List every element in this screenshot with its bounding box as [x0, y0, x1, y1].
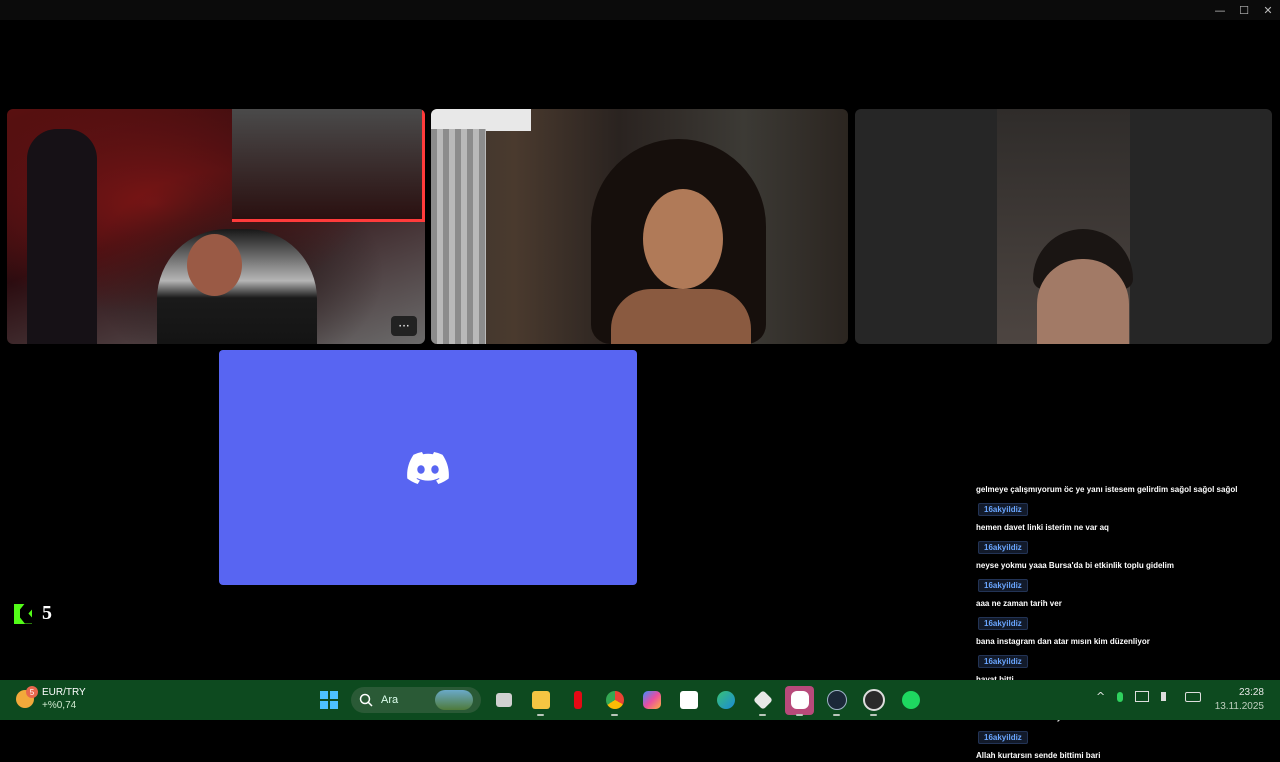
volume-icon[interactable]: [1161, 692, 1174, 701]
file-explorer-button[interactable]: [526, 686, 555, 716]
chat-username: 16akyildiz: [978, 617, 1028, 630]
more-options-button[interactable]: ···: [391, 316, 417, 336]
microsoft-store-icon: [679, 691, 698, 709]
video-person-head: [187, 234, 242, 296]
widget-symbol: EUR/TRY: [42, 687, 86, 698]
copilot-button[interactable]: [637, 686, 666, 715]
chat-username: 16akyildiz: [978, 503, 1028, 516]
video-person-face: [643, 189, 723, 289]
chat-message: gelmeye çalışmıyorum öc ye yanı istesem …: [976, 485, 1238, 494]
kick-icon: [14, 603, 32, 624]
chrome-icon: [605, 691, 624, 709]
discord-avatar-tile[interactable]: [219, 350, 637, 585]
edge-icon: [716, 691, 735, 709]
chat-username: 16akyildiz: [978, 655, 1028, 668]
edge-button[interactable]: [711, 686, 740, 715]
close-button[interactable]: ✕: [1256, 0, 1280, 20]
minimize-button[interactable]: —: [1208, 0, 1232, 20]
window-controls: — ☐ ✕: [1208, 0, 1280, 20]
video-person-background: [27, 129, 97, 344]
taskbar-apps: Ara: [314, 684, 925, 716]
search-label: Ara: [381, 694, 399, 706]
widget-change: +%0,74: [42, 700, 77, 711]
window-titlebar: — ☐ ✕: [0, 0, 1280, 20]
chat-username: 16akyildiz: [978, 541, 1028, 554]
notification-badge: 5: [26, 686, 38, 698]
video-tile-participant-1[interactable]: ···: [7, 109, 425, 344]
chat-message: Allah kurtarsın sende bittimi bari: [976, 751, 1101, 760]
chat-message: aaa ne zaman tarih ver: [976, 599, 1062, 608]
discord-icon: [790, 691, 809, 709]
file-explorer-icon: [531, 691, 550, 709]
show-hidden-icons-button[interactable]: ^: [1096, 690, 1105, 703]
kick-viewer-counter: 5: [14, 602, 52, 625]
chat-message: bana instagram dan atar mısın kim düzenl…: [976, 637, 1150, 646]
netflix-button[interactable]: [563, 686, 592, 715]
search-highlight-image: [435, 690, 473, 710]
chat-message: neyse yokmu yaaa Bursa'da bi etkinlik to…: [976, 561, 1174, 570]
app-icon: [752, 690, 773, 710]
viewer-count: 5: [42, 602, 52, 624]
video-tile-participant-3[interactable]: [855, 109, 1272, 344]
start-button[interactable]: [314, 686, 343, 715]
taskbar-search[interactable]: Ara: [351, 687, 481, 713]
clock[interactable]: 23:28 13.11.2025: [1215, 686, 1264, 714]
task-view-icon: [495, 693, 512, 707]
currency-widget-icon: 5: [16, 686, 38, 708]
video-background: [431, 109, 531, 131]
obs-button[interactable]: [859, 686, 888, 716]
search-icon: [359, 693, 373, 707]
video-person-body: [611, 289, 751, 344]
discord-icon: [407, 451, 449, 484]
video-tile-participant-2[interactable]: [431, 109, 848, 344]
task-view-button[interactable]: [489, 686, 518, 715]
spotify-icon: [901, 691, 920, 709]
obs-icon: [862, 689, 885, 711]
steam-button[interactable]: [822, 686, 851, 716]
system-tray: ^: [1096, 690, 1202, 703]
steam-icon: [826, 690, 847, 710]
chrome-button[interactable]: [600, 686, 629, 716]
spotify-button[interactable]: [896, 686, 925, 715]
discord-button[interactable]: [785, 685, 814, 716]
video-background: [232, 109, 425, 222]
chat-username: 16akyildiz: [978, 731, 1028, 744]
chat-username: 16akyildiz: [978, 579, 1028, 592]
video-person: [1037, 259, 1129, 344]
app-button[interactable]: [748, 686, 777, 716]
widgets-button[interactable]: 5 EUR/TRY +%0,74: [16, 686, 86, 712]
battery-icon[interactable]: [1185, 691, 1202, 702]
chat-message: hemen davet linki isterim ne var aq: [976, 523, 1109, 532]
windows-icon: [319, 691, 338, 709]
maximize-button[interactable]: ☐: [1232, 0, 1256, 20]
copilot-icon: [642, 691, 661, 709]
network-icon[interactable]: [1135, 691, 1150, 702]
clock-time: 23:28: [1238, 687, 1264, 698]
microphone-icon[interactable]: [1117, 691, 1124, 702]
video-curtain: [431, 129, 486, 344]
netflix-icon: [573, 691, 582, 709]
clock-date: 13.11.2025: [1214, 701, 1264, 712]
microsoft-store-button[interactable]: [674, 686, 703, 715]
chat-overlay: gelmeye çalışmıyorum öc ye yanı istesem …: [972, 484, 1272, 762]
